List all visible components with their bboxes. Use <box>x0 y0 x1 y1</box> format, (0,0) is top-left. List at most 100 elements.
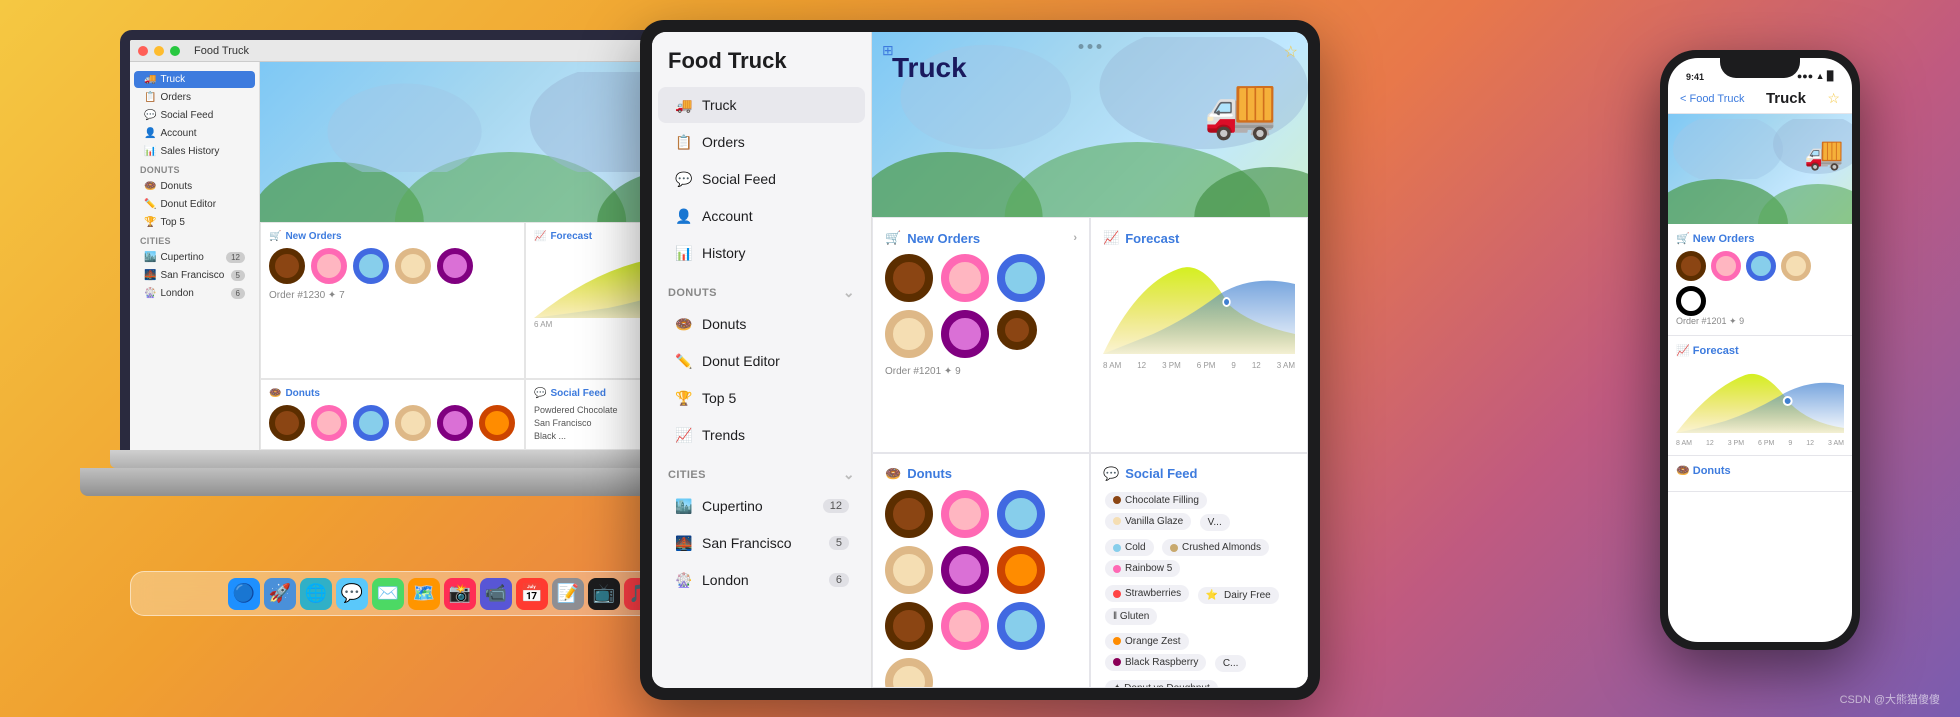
ipad-donut-1 <box>885 254 933 302</box>
dock-calendar[interactable]: 📅 <box>516 578 548 610</box>
ipad-screen: Food Truck 🚚 Truck 📋 Orders 💬 Social Fee… <box>652 32 1308 688</box>
ipad-donut-4 <box>885 310 933 358</box>
trends-icon: 📈 <box>674 425 694 445</box>
mac-sidebar-donuts[interactable]: 🍩Donuts <box>134 178 255 195</box>
ipad-donut-d8 <box>941 602 989 650</box>
iphone-new-orders-title: 🛒 New Orders <box>1676 232 1844 245</box>
ipad-sidebar-social-feed[interactable]: 💬 Social Feed <box>658 161 865 197</box>
mac-close-button[interactable] <box>138 46 148 56</box>
ipad-donut-5 <box>941 310 989 358</box>
ipad-sidebar-san-francisco[interactable]: 🌉 San Francisco 5 <box>658 525 865 561</box>
iphone-header: < Food Truck Truck ☆ <box>1668 86 1852 114</box>
dock-safari[interactable]: 🌐 <box>300 578 332 610</box>
mac-order-info: Order #1230 ✦ 7 <box>269 290 516 301</box>
dock-messages[interactable]: 💬 <box>336 578 368 610</box>
mac-sidebar-sales-history[interactable]: 📊Sales History <box>134 143 255 160</box>
account-icon: 👤 <box>674 206 694 226</box>
ipad-star-icon[interactable]: ☆ <box>1284 42 1298 62</box>
iphone-time: 9:41 <box>1686 72 1704 82</box>
ipad-sidebar: Food Truck 🚚 Truck 📋 Orders 💬 Social Fee… <box>652 32 872 688</box>
dock-photos[interactable]: 📸 <box>444 578 476 610</box>
ipad-donut-d1 <box>885 490 933 538</box>
mac-sidebar-orders[interactable]: 📋Orders <box>134 89 255 106</box>
iphone-donuts-row <box>1676 251 1844 316</box>
truck-icon: 🚚 <box>674 95 694 115</box>
ipad-donut-d10 <box>885 658 933 689</box>
ipad-sidebar-trends[interactable]: 📈 Trends <box>658 417 865 453</box>
tag-dairy: ⭐ Dairy Free <box>1198 587 1279 604</box>
ipad-donut-d2 <box>941 490 989 538</box>
ipad-forecast-chart <box>1103 254 1295 354</box>
mac-app-title: Food Truck <box>194 45 249 57</box>
iphone-notch <box>1720 58 1800 78</box>
tag-vanilla: Vanilla Glaze <box>1105 513 1191 530</box>
ipad: Food Truck 🚚 Truck 📋 Orders 💬 Social Fee… <box>640 20 1320 700</box>
dock-mail[interactable]: ✉️ <box>372 578 404 610</box>
iphone-back-button[interactable]: < Food Truck <box>1680 93 1745 105</box>
mac-maximize-button[interactable] <box>170 46 180 56</box>
mac-new-orders-panel: 🛒New Orders Order #1230 ✦ 7 <box>260 222 525 379</box>
dock-launchpad[interactable]: 🚀 <box>264 578 296 610</box>
ipad-donuts-row <box>885 490 1077 689</box>
ipad-sidebar-toggle[interactable]: ⊞ <box>882 42 894 59</box>
mac-minimize-button[interactable] <box>154 46 164 56</box>
mac-sidebar-account[interactable]: 👤Account <box>134 125 255 142</box>
iphone-donut-5 <box>1676 286 1706 316</box>
donut-chocolate <box>269 248 305 284</box>
tag-c: C... <box>1215 655 1247 672</box>
ipad-sidebar-top5[interactable]: 🏆 Top 5 <box>658 380 865 416</box>
iphone-donut-1 <box>1676 251 1706 281</box>
donut-glaze <box>395 248 431 284</box>
ipad-donut-2 <box>941 254 989 302</box>
dock-finder[interactable]: 🔵 <box>228 578 260 610</box>
mac-sidebar-top5[interactable]: 🏆Top 5 <box>134 214 255 231</box>
mac-sidebar-donut-editor[interactable]: ✏️Donut Editor <box>134 196 255 213</box>
tag-strawberries: Strawberries <box>1105 585 1189 602</box>
mac-sidebar-cupertino[interactable]: 🏙️Cupertino12 <box>134 249 255 266</box>
ipad-content-grid: 🛒 New Orders › Order #1201 ✦ 9 <box>872 217 1308 688</box>
tag-almonds: Crushed Almonds <box>1162 539 1269 556</box>
ipad-donuts-panel-title: 🍩 Donuts <box>885 466 1077 482</box>
sf-icon: 🌉 <box>674 533 694 553</box>
ipad-donut-6 <box>997 310 1037 350</box>
ipad-social-feed-panel: 💬 Social Feed Chocolate Filling <box>1090 453 1308 689</box>
ipad-donut-d9 <box>997 602 1045 650</box>
mac-sidebar-truck[interactable]: 🚚Truck <box>134 71 255 88</box>
ipad-sidebar-london[interactable]: 🎡 London 6 <box>658 562 865 598</box>
ipad-donut-d3 <box>997 490 1045 538</box>
cupertino-icon: 🏙️ <box>674 496 694 516</box>
donut-pink <box>311 248 347 284</box>
ipad-social-feed-title: 💬 Social Feed <box>1103 466 1295 482</box>
ipad-sidebar-donuts[interactable]: 🍩 Donuts <box>658 306 865 342</box>
ipad-sidebar-donut-editor[interactable]: ✏️ Donut Editor <box>658 343 865 379</box>
ipad-truck-icon: 🚚 <box>1203 72 1278 143</box>
top5-icon: 🏆 <box>674 388 694 408</box>
dock-maps[interactable]: 🗺️ <box>408 578 440 610</box>
mac-sidebar-london[interactable]: 🎡London6 <box>134 285 255 302</box>
mac-new-orders-title: 🛒New Orders <box>269 231 516 242</box>
ipad-sidebar-truck[interactable]: 🚚 Truck <box>658 87 865 123</box>
ipad-donut-d7 <box>885 602 933 650</box>
ipad-donut-3 <box>997 254 1045 302</box>
mac-donuts-row <box>269 248 516 284</box>
dock-notes[interactable]: 📝 <box>552 578 584 610</box>
mac-sidebar-san-francisco[interactable]: 🌉San Francisco5 <box>134 267 255 284</box>
ipad-donut-d4 <box>885 546 933 594</box>
mac-sidebar-social-feed[interactable]: 💬Social Feed <box>134 107 255 124</box>
ipad-cities-section: Cities ⌄ <box>652 454 871 487</box>
ipad-app-title: Food Truck <box>652 48 871 86</box>
ipad-sidebar-history[interactable]: 📊 History <box>658 235 865 271</box>
ipad-sidebar-cupertino[interactable]: 🏙️ Cupertino 12 <box>658 488 865 524</box>
social-feed-icon: 💬 <box>674 169 694 189</box>
iphone-chart-labels: 8 AM123 PM6 PM9123 AM <box>1676 440 1844 447</box>
ipad-main: Truck 🚚 ☆ ⊞ 🛒 New <box>872 32 1308 688</box>
ipad-sidebar-orders[interactable]: 📋 Orders <box>658 124 865 160</box>
ipad-sidebar-account[interactable]: 👤 Account <box>658 198 865 234</box>
iphone-donut-3 <box>1746 251 1776 281</box>
ipad-donut-d6 <box>997 546 1045 594</box>
orders-icon: 📋 <box>674 132 694 152</box>
history-icon: 📊 <box>674 243 694 263</box>
dock-appletv[interactable]: 📺 <box>588 578 620 610</box>
iphone-star-button[interactable]: ☆ <box>1827 90 1840 107</box>
dock-facetime[interactable]: 📹 <box>480 578 512 610</box>
